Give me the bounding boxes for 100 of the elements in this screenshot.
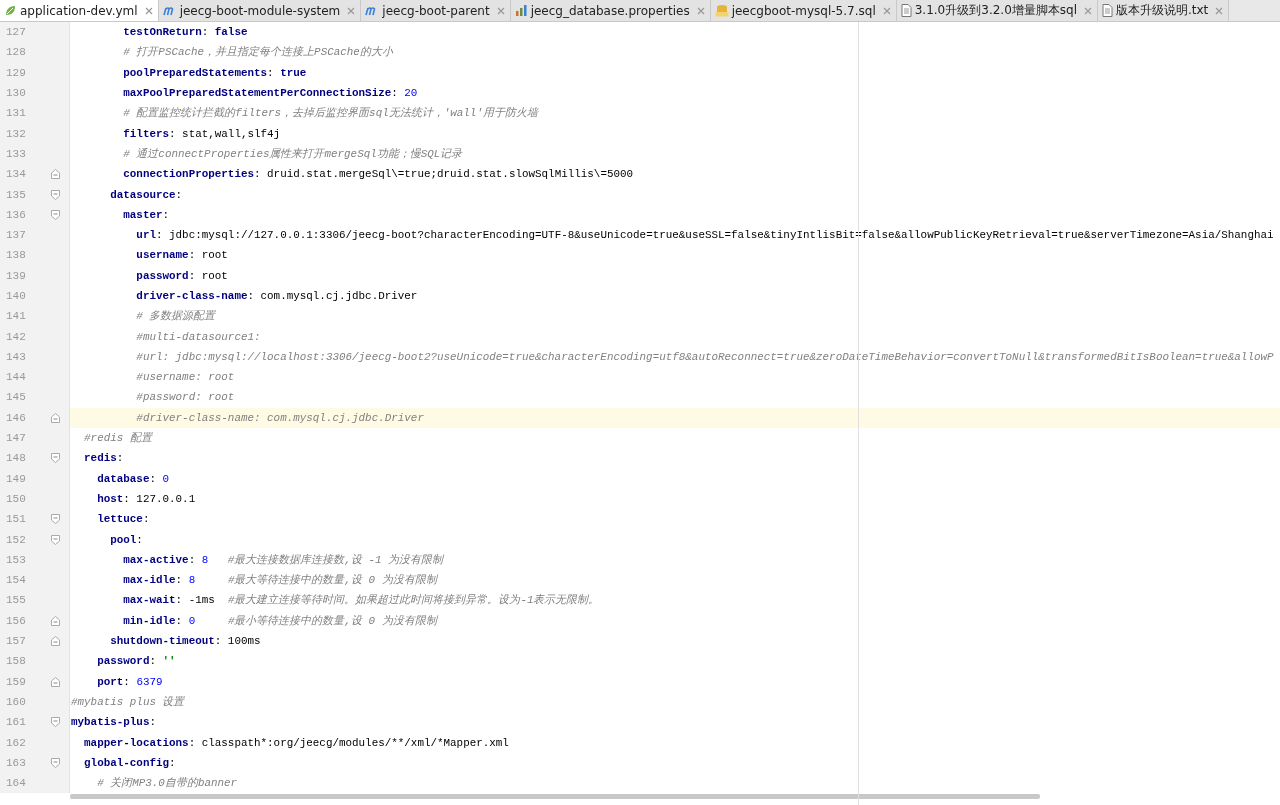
code-line: datasource: xyxy=(109,187,184,203)
code-line: driver-class-name: com.mysql.cj.jdbc.Driver xyxy=(135,289,419,304)
line-number: 155 xyxy=(5,594,27,607)
code-line: #password: root xyxy=(135,390,236,406)
fold-marker-icon[interactable] xyxy=(50,514,60,525)
line-number: 136 xyxy=(5,208,27,221)
line-number: 144 xyxy=(5,371,27,384)
close-icon[interactable] xyxy=(144,6,153,15)
line-number: 146 xyxy=(5,411,27,424)
line-number: 152 xyxy=(5,533,27,546)
line-number: 153 xyxy=(5,553,27,566)
line-number: 149 xyxy=(5,472,27,485)
code-line: lettuce: xyxy=(96,512,151,528)
code-line: #redis 配置 xyxy=(83,431,154,447)
code-line: max-active: 8 #最大连接数据库连接数,设 -1 为没有限制 xyxy=(122,552,445,568)
file-tab[interactable]: application-dev.yml xyxy=(0,0,159,21)
code-line: global-config: xyxy=(83,755,177,771)
code-line: master: xyxy=(122,207,171,223)
file-tab[interactable]: jeecgboot-mysql-5.7.sql xyxy=(710,0,897,21)
file-tab[interactable]: 3.1.0升级到3.2.0增量脚本sql xyxy=(896,0,1098,21)
line-number: 150 xyxy=(5,492,27,505)
close-icon[interactable] xyxy=(882,6,891,15)
line-number: 135 xyxy=(5,188,27,201)
line-number: 133 xyxy=(5,147,27,160)
line-number: 154 xyxy=(5,574,27,587)
code-line: #username: root xyxy=(135,370,236,386)
leaf-icon xyxy=(4,4,17,17)
code-line: host: 127.0.0.1 xyxy=(96,491,197,507)
code-line: pool: xyxy=(109,532,144,548)
file-tab[interactable]: jeecg-boot-module-system xyxy=(158,0,362,21)
line-number: 147 xyxy=(5,432,27,445)
line-number: 138 xyxy=(5,249,27,262)
line-number: 128 xyxy=(5,46,27,59)
line-number: 129 xyxy=(5,66,27,79)
code-line: password: '' xyxy=(96,654,177,670)
fold-marker-icon[interactable] xyxy=(50,169,60,180)
code-line: port: 6379 xyxy=(96,674,164,690)
code-line: connectionProperties: druid.stat.mergeSql\=true;druid.stat.slowSqlMillis\=5000 xyxy=(122,167,635,183)
code-line: #mybatis plus 设置 xyxy=(70,694,186,710)
line-number: 164 xyxy=(5,777,27,790)
code-line: testOnReturn: false xyxy=(122,25,249,41)
fold-marker-icon[interactable] xyxy=(50,534,60,545)
document-icon xyxy=(900,4,912,17)
line-number: 148 xyxy=(5,452,27,465)
line-number: 162 xyxy=(5,736,27,749)
code-line: # 多数据源配置 xyxy=(135,309,217,325)
fold-marker-icon[interactable] xyxy=(50,676,60,687)
line-number: 156 xyxy=(5,614,27,627)
code-line: # 配置监控统计拦截的filters，去掉后监控界面sql无法统计，'wall'用于防火墙 xyxy=(122,106,540,122)
close-icon[interactable] xyxy=(496,6,505,15)
code-line: password: root xyxy=(135,268,229,284)
line-number: 159 xyxy=(5,675,27,688)
bar-chart-icon xyxy=(514,4,528,17)
code-line: maxPoolPreparedStatementPerConnectionSize: 20 xyxy=(122,86,419,102)
code-line: min-idle: 0 #最小等待连接中的数量,设 0 为没有限制 xyxy=(122,613,439,629)
file-tab[interactable]: jeecg-boot-parent xyxy=(361,0,511,21)
line-number: 137 xyxy=(5,229,27,242)
line-number: 139 xyxy=(5,269,27,282)
code-line: max-wait: -1ms #最大建立连接等待时间。如果超过此时间将接到异常。设为-1表示无限制。 xyxy=(122,593,601,609)
line-number: 142 xyxy=(5,330,27,343)
line-number: 131 xyxy=(5,107,27,120)
file-tab[interactable]: jeecg_database.properties xyxy=(510,0,711,21)
fold-marker-icon[interactable] xyxy=(50,209,60,220)
code-line: filters: stat,wall,slf4j xyxy=(122,126,282,142)
fold-marker-icon[interactable] xyxy=(50,717,60,728)
code-line: #multi-datasource1: xyxy=(135,329,262,345)
fold-marker-icon[interactable] xyxy=(50,189,60,200)
line-number: 158 xyxy=(5,655,27,668)
code-line: database: 0 xyxy=(96,471,171,487)
line-number: 134 xyxy=(5,168,27,181)
line-number: 151 xyxy=(5,513,27,526)
code-line: max-idle: 8 #最大等待连接中的数量,设 0 为没有限制 xyxy=(122,573,439,589)
fold-marker-icon[interactable] xyxy=(50,636,60,647)
document-icon xyxy=(1102,4,1113,17)
code-line: # 关闭MP3.0自带的banner xyxy=(96,776,239,792)
line-number: 141 xyxy=(5,310,27,323)
line-number: 157 xyxy=(5,635,27,648)
file-tab[interactable]: 版本升级说明.txt xyxy=(1098,0,1230,21)
line-number: 127 xyxy=(5,26,27,39)
code-line: username: root xyxy=(135,248,229,264)
fold-marker-icon[interactable] xyxy=(50,412,60,423)
code-line: mapper-locations: classpath*:org/jeecg/modules/**/xml/*Mapper.xml xyxy=(83,735,510,751)
close-icon[interactable] xyxy=(1215,6,1224,15)
horizontal-scrollbar[interactable] xyxy=(70,794,1040,800)
line-number: 130 xyxy=(5,87,27,100)
fold-marker-icon[interactable] xyxy=(50,615,60,626)
line-number: 132 xyxy=(5,127,27,140)
fold-marker-icon[interactable] xyxy=(50,757,60,768)
line-number: 163 xyxy=(5,756,27,769)
close-icon[interactable] xyxy=(1084,6,1092,15)
code-line: mybatis-plus: xyxy=(70,715,157,731)
code-line: poolPreparedStatements: true xyxy=(122,65,308,81)
database-file-icon xyxy=(714,4,729,17)
code-line: # 通过connectProperties属性来打开mergeSql功能；慢SQL记录 xyxy=(122,146,464,162)
close-icon[interactable] xyxy=(696,6,705,15)
code-line: redis: xyxy=(83,451,125,467)
close-icon[interactable] xyxy=(347,6,356,15)
fold-marker-icon[interactable] xyxy=(50,453,60,464)
code-line: #url: jdbc:mysql://localhost:3306/jeecg-boot2?useUnicode=true&characterEncoding=utf8&autoReconnect=true&zeroDateTimeBehavior=convertToNull&transformedBitIsBoolean=true&allowP xyxy=(135,349,1275,365)
line-number: 145 xyxy=(5,391,27,404)
